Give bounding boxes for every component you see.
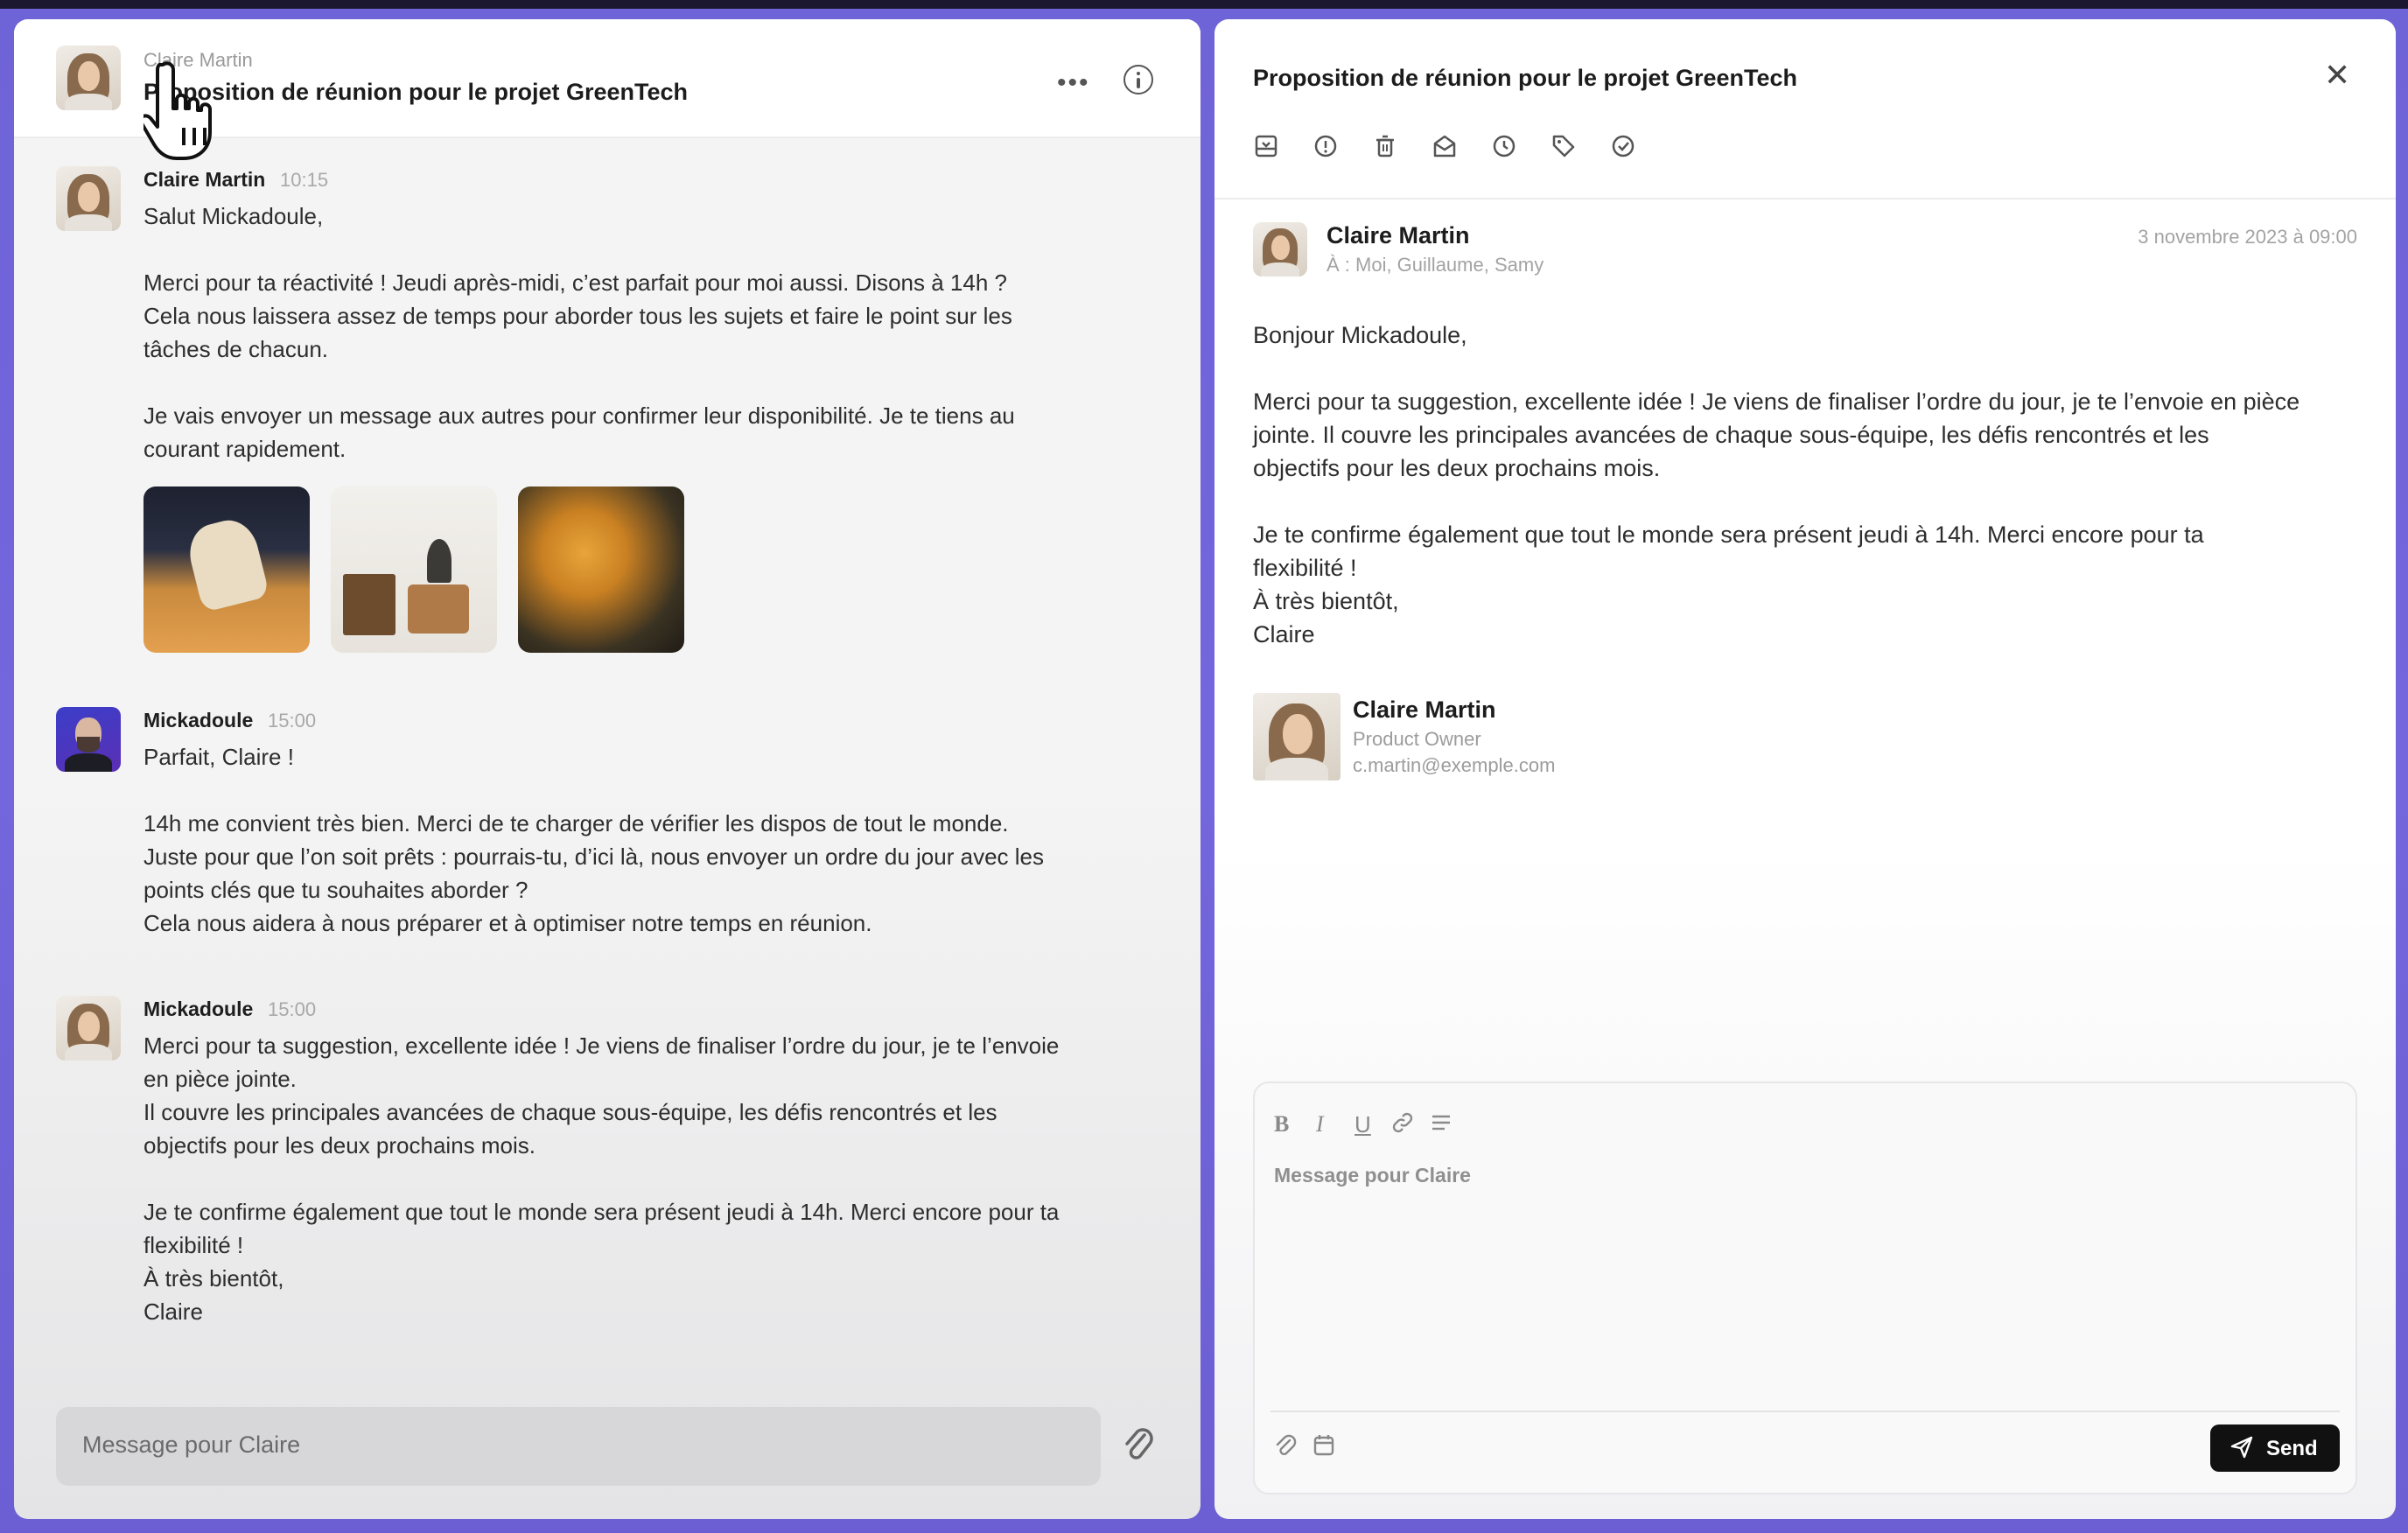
paperclip-icon[interactable] — [1274, 1433, 1297, 1464]
email-sender: Claire Martin — [1326, 222, 1470, 248]
message-time: 15:00 — [268, 998, 317, 1020]
email-recipients: À : Moi, Guillaume, Samy — [1326, 254, 1544, 276]
message-input[interactable]: Message pour Claire — [56, 1407, 1101, 1486]
message-time: 15:00 — [268, 710, 317, 732]
email-body: Bonjour Mickadoule, Merci pour ta sugges… — [1253, 322, 2300, 648]
composer-placeholder: Message pour Claire — [1274, 1164, 1471, 1186]
room-photo[interactable] — [331, 486, 497, 653]
trash-icon[interactable] — [1372, 133, 1398, 159]
car-photo[interactable] — [144, 486, 310, 653]
archive-icon[interactable] — [1253, 133, 1279, 159]
clock-icon[interactable] — [1491, 133, 1517, 159]
avatar[interactable] — [56, 707, 121, 772]
send-icon — [2230, 1435, 2254, 1466]
message-author: Mickadoule — [144, 998, 254, 1020]
email-title: Proposition de réunion pour le projet Gr… — [1253, 65, 1798, 91]
avatar[interactable] — [56, 166, 121, 231]
message-author: Mickadoule — [144, 709, 254, 732]
check-circle-icon[interactable] — [1610, 133, 1636, 159]
reply-composer[interactable]: B I U Message pour Claire Send — [1253, 1082, 2357, 1494]
message-text: Salut Mickadoule, Merci pour ta réactivi… — [144, 203, 1015, 462]
message-time: 10:15 — [280, 169, 329, 191]
close-icon[interactable]: ✕ — [2324, 60, 2350, 91]
signature-email[interactable]: c.martin@exemple.com — [1353, 754, 1555, 777]
email-date: 3 novembre 2023 à 09:00 — [2138, 226, 2357, 248]
avatar[interactable] — [1253, 222, 1307, 276]
send-button[interactable]: Send — [2210, 1424, 2340, 1472]
message-input-placeholder: Message pour Claire — [82, 1432, 301, 1458]
link-icon[interactable] — [1391, 1111, 1414, 1140]
tag-icon[interactable] — [1550, 133, 1577, 159]
align-icon[interactable] — [1430, 1111, 1452, 1140]
paperclip-icon[interactable] — [1120, 1423, 1155, 1474]
message-text: Merci pour ta suggestion, excellente idé… — [144, 1032, 1060, 1325]
bold-icon[interactable]: B — [1274, 1111, 1289, 1138]
send-button-label: Send — [2266, 1437, 2318, 1460]
signature-photo — [1253, 693, 1340, 780]
signature-name: Claire Martin — [1353, 696, 1496, 723]
signature-role: Product Owner — [1353, 728, 1481, 750]
alert-icon[interactable] — [1312, 133, 1339, 159]
mail-open-icon[interactable] — [1432, 133, 1458, 159]
message-text: Parfait, Claire ! 14h me convient très b… — [144, 744, 1044, 936]
info-icon[interactable] — [1124, 65, 1153, 94]
email-panel: Proposition de réunion pour le projet Gr… — [1214, 19, 2396, 1519]
more-horizontal-icon[interactable]: ••• — [1057, 70, 1090, 96]
leaves-photo[interactable] — [518, 486, 684, 653]
italic-icon[interactable]: I — [1316, 1111, 1324, 1138]
divider — [1270, 1410, 2340, 1412]
divider — [1214, 198, 2396, 200]
hand-cursor-icon — [139, 58, 240, 163]
avatar[interactable] — [56, 46, 121, 110]
window-top-strip — [0, 0, 2408, 9]
avatar[interactable] — [56, 996, 121, 1060]
calendar-icon[interactable] — [1312, 1433, 1335, 1464]
chat-panel: Claire Martin Proposition de réunion pou… — [14, 19, 1200, 1519]
message-author: Claire Martin — [144, 168, 266, 191]
underline-icon[interactable]: U — [1354, 1111, 1371, 1138]
